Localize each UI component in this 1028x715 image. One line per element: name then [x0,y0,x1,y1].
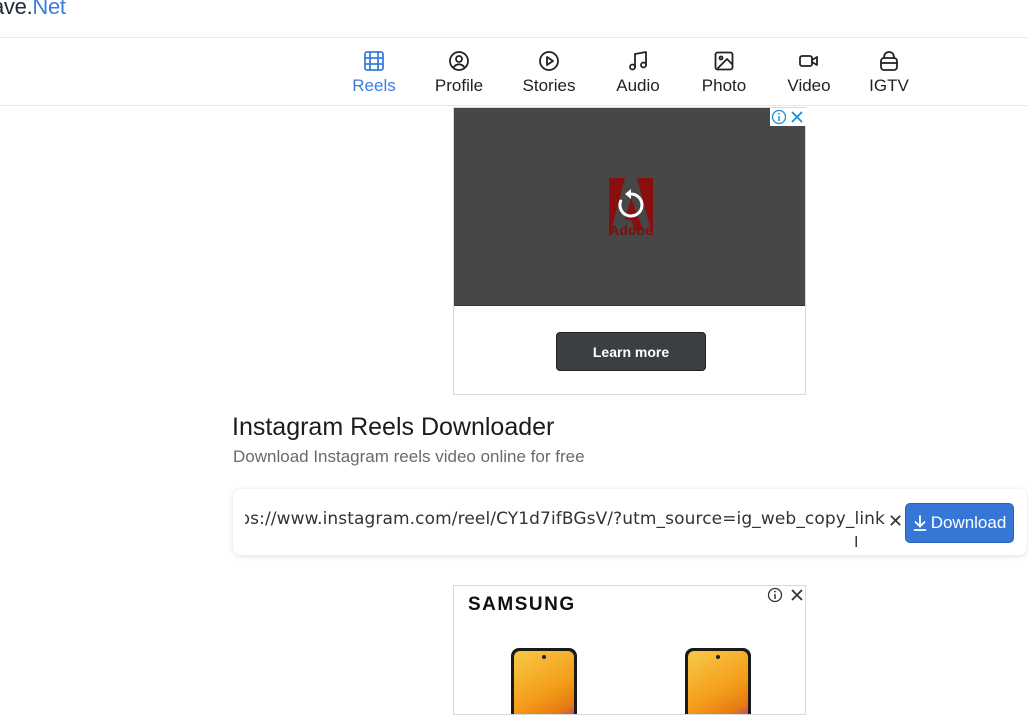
image-icon [712,49,736,73]
site-logo[interactable]: ave.Net [0,0,66,20]
replay-icon[interactable] [614,188,648,222]
nav-label: Reels [352,76,396,95]
ad-info-icon[interactable] [770,108,788,126]
logo-text-prefix: ave. [0,0,33,19]
clear-input-button[interactable]: ✕ [888,511,903,532]
play-circle-icon [537,49,561,73]
nav-item-stories[interactable]: Stories [519,46,579,98]
nav-label: Video [787,76,831,95]
nav-label: Profile [434,76,484,95]
ad-video[interactable]: Adobe [454,108,805,306]
learn-more-button[interactable]: Learn more [556,332,706,371]
nav-item-photo[interactable]: Photo [698,46,750,98]
url-search-box: https://www.instagram.com/reel/CY1d7ifBG… [233,489,1027,555]
ad-phone-image [685,648,751,714]
ad-close-icon[interactable] [788,586,805,604]
url-input-value: https://www.instagram.com/reel/CY1d7ifBG… [245,509,885,529]
nav-label: IGTV [869,76,909,95]
header-divider [0,37,1028,38]
ad-banner-bottom[interactable]: SAMSUNG [453,585,806,715]
nav-label: Photo [701,76,747,95]
download-button[interactable]: Download [905,503,1014,543]
category-nav: Reels Profile Stories Audio Photo Video [0,46,1028,102]
nav-label: Audio [616,76,660,95]
ad-close-icon[interactable] [788,108,806,126]
film-icon [362,49,386,73]
ad-info-icon[interactable] [766,586,784,604]
nav-item-profile[interactable]: Profile [431,46,487,98]
user-circle-icon [447,49,471,73]
video-camera-icon [797,49,821,73]
page-title: Instagram Reels Downloader [232,413,555,441]
ad-brand-text: SAMSUNG [468,594,576,615]
ad-phone-image [511,648,577,714]
page-subtitle: Download Instagram reels video online fo… [233,447,585,466]
ad-brand-text: Adobe [609,222,653,238]
music-note-icon [626,49,650,73]
nav-item-audio[interactable]: Audio [612,46,664,98]
nav-item-reels[interactable]: Reels [348,46,400,98]
logo-text-suffix: Net [32,0,66,19]
ad-banner-top[interactable]: Adobe Learn more [453,107,806,395]
tv-icon [877,49,901,73]
nav-label: Stories [522,76,576,95]
download-label: Download [930,513,1007,532]
url-input[interactable]: https://www.instagram.com/reel/CY1d7ifBG… [245,509,885,535]
nav-divider [0,105,1028,106]
download-icon [913,515,927,531]
text-cursor-icon: I [854,534,859,551]
nav-item-video[interactable]: Video [783,46,835,98]
nav-item-igtv[interactable]: IGTV [866,46,912,98]
